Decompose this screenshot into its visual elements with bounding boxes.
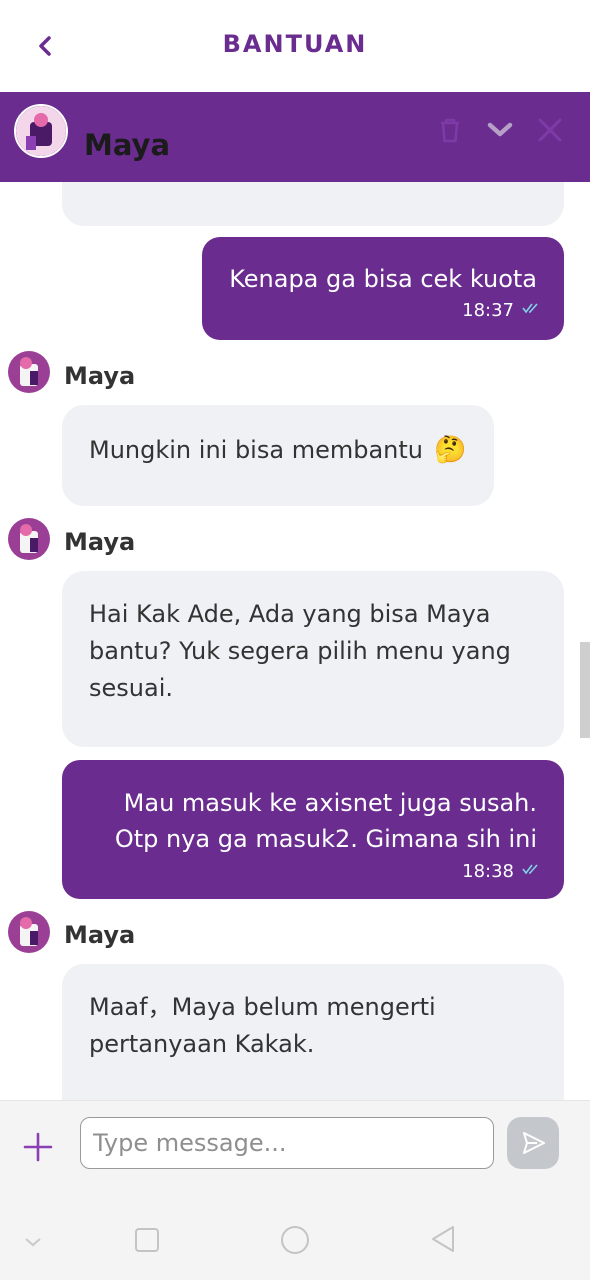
message-line: Maaf，Maya belum mengerti: [89, 993, 436, 1021]
recents-square-icon[interactable]: [133, 1226, 161, 1254]
composer-bar: [0, 1100, 590, 1203]
read-receipt-icon: [522, 303, 538, 314]
message-line: bantu? Yuk segera pilih menu yang: [89, 637, 511, 665]
message-time: 18:37: [462, 300, 514, 321]
agent-avatar: [8, 911, 50, 953]
chevron-down-icon[interactable]: [21, 1230, 45, 1254]
agent-avatar: [14, 104, 68, 158]
sender-name: Maya: [64, 362, 136, 390]
message-text: Mungkin ini bisa membantu: [89, 436, 423, 464]
chat-header: Maya: [0, 92, 590, 182]
page-title: BANTUAN: [222, 30, 368, 58]
sender-name: Maya: [64, 528, 136, 556]
bot-message-bubble: Hai Kak Ade, Ada yang bisa Maya bantu? Y…: [62, 571, 564, 747]
agent-avatar: [8, 351, 50, 393]
close-icon[interactable]: [534, 114, 566, 146]
system-nav-bar: [0, 1202, 590, 1280]
message-line: Mau masuk ke axisnet juga susah.: [123, 789, 537, 817]
chat-messages[interactable]: Kenapa ga bisa cek kuota 18:37 Maya Mung…: [0, 182, 590, 1100]
message-time: 18:38: [462, 861, 514, 882]
message-text: Kenapa ga bisa cek kuota: [229, 265, 537, 293]
bot-message-bubble: Maaf，Maya belum mengerti pertanyaan Kaka…: [62, 964, 564, 1100]
bot-message-bubble: Mungkin ini bisa membantu 🤔: [62, 405, 494, 506]
chevron-down-icon[interactable]: [484, 114, 516, 146]
thinking-face-emoji: 🤔: [434, 435, 467, 465]
user-message-bubble: Mau masuk ke axisnet juga susah. Otp nya…: [62, 760, 564, 899]
plus-icon[interactable]: [22, 1131, 54, 1163]
message-line: sesuai.: [89, 674, 173, 702]
app-bar: BANTUAN: [0, 0, 590, 92]
back-triangle-icon[interactable]: [428, 1224, 458, 1254]
home-circle-icon[interactable]: [279, 1224, 311, 1256]
scrollbar-thumb[interactable]: [580, 642, 590, 738]
message-input[interactable]: [80, 1117, 494, 1169]
agent-avatar: [8, 518, 50, 560]
sender-name: Maya: [64, 921, 136, 949]
message-line: Otp nya ga masuk2. Gimana sih ini: [114, 825, 537, 853]
message-line: pertanyaan Kakak.: [89, 1030, 315, 1058]
agent-name: Maya: [84, 128, 171, 162]
message-line: Hai Kak Ade, Ada yang bisa Maya: [89, 600, 491, 628]
trash-icon[interactable]: [434, 114, 466, 146]
bot-message-bubble: [62, 182, 564, 226]
user-message-bubble: Kenapa ga bisa cek kuota 18:37: [202, 237, 564, 340]
send-icon: [523, 1132, 545, 1154]
send-button[interactable]: [507, 1117, 559, 1169]
read-receipt-icon: [522, 864, 538, 875]
